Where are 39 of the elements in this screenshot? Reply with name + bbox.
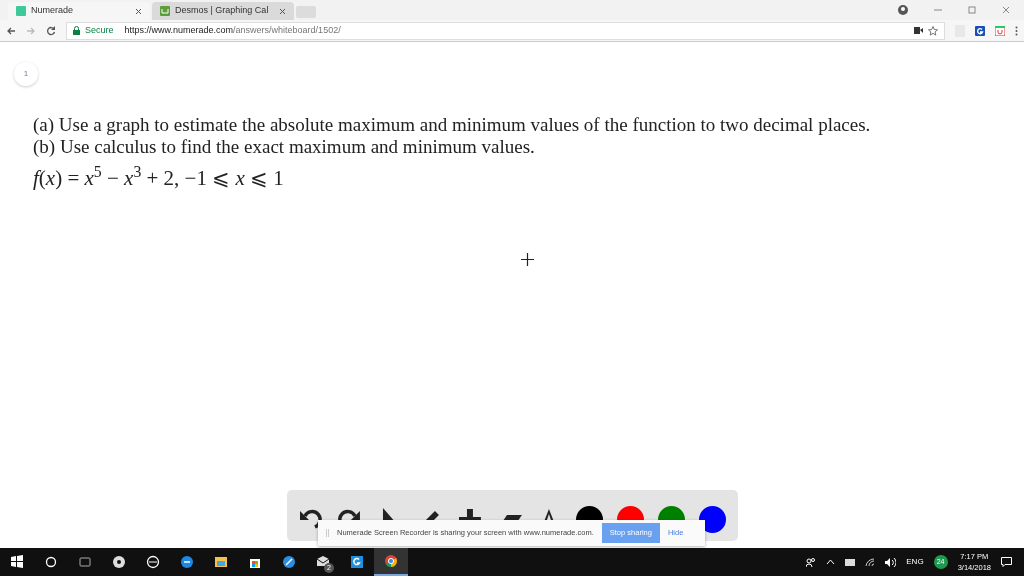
battery-icon[interactable] [845, 558, 856, 566]
drag-handle-icon[interactable] [326, 529, 329, 537]
app-icon [282, 555, 296, 569]
secure-label: Secure [85, 23, 114, 37]
crosshair-icon [521, 253, 534, 266]
close-icon[interactable] [279, 7, 286, 15]
start-icon [10, 555, 24, 569]
reload-icon[interactable] [46, 25, 56, 36]
page-number[interactable]: 1 [14, 62, 38, 86]
browser-tab[interactable]: Numerade [8, 2, 150, 20]
people-icon[interactable] [806, 557, 817, 567]
question-text: (a) Use a graph to estimate the absolute maximum and minimum values of the function to two decimal places. [33, 114, 872, 136]
mail-icon [316, 555, 330, 569]
chrome-icon [384, 554, 398, 568]
back-icon[interactable] [6, 25, 16, 36]
lock-icon [73, 26, 80, 35]
wifi-icon[interactable] [865, 557, 876, 567]
address-bar[interactable]: Secure https://www.numerade.com/answers/whiteboard/1502/ [66, 21, 945, 40]
camera-icon[interactable] [914, 27, 923, 34]
app-icon [350, 555, 364, 569]
favicon-icon [16, 6, 26, 16]
language-indicator[interactable]: ENG [906, 556, 924, 568]
search-icon [44, 555, 58, 569]
chevron-up-icon[interactable] [826, 559, 836, 565]
question-text: (b) Use calculus to find the exact maximum and minimum values. [33, 136, 536, 158]
menu-icon[interactable] [1015, 25, 1018, 36]
action-center-icon[interactable] [1001, 557, 1012, 567]
profile-icon[interactable] [898, 5, 908, 15]
task-view-icon [78, 555, 92, 569]
close-icon[interactable] [135, 7, 142, 15]
folder-icon [214, 555, 228, 569]
taskbar-button[interactable] [374, 548, 408, 576]
url-text: https://www.numerade.com/answers/whiteboard/1502/ [124, 23, 341, 37]
close-icon[interactable] [1002, 6, 1010, 14]
browser-tab[interactable]: Desmos | Graphing Cal [152, 2, 294, 20]
star-icon[interactable] [928, 25, 938, 36]
formula-text: f(x) = x$^{5}$ − x$^{3}$ + 2, −1 ⩽ x ⩽ 1 [33, 167, 285, 189]
favicon-icon [160, 6, 170, 16]
volume-icon[interactable] [885, 557, 897, 567]
